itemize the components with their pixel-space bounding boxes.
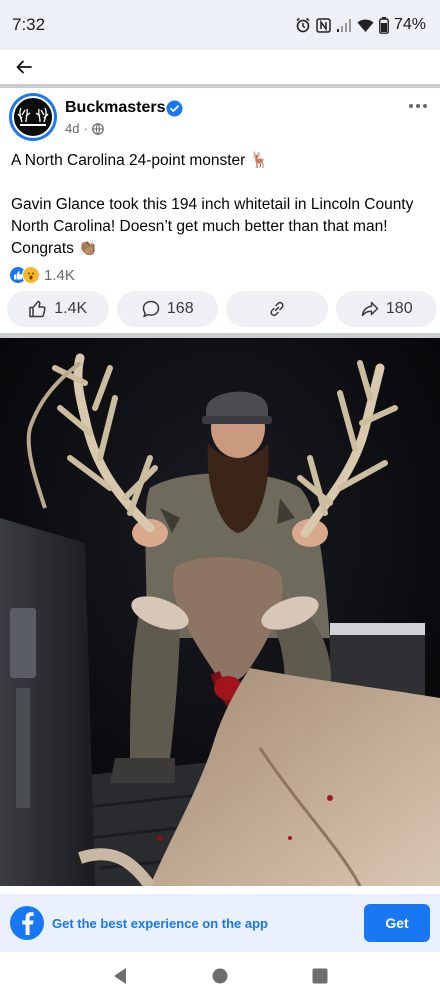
like-count: 1.4K (54, 300, 88, 317)
back-arrow-icon[interactable] (14, 57, 34, 77)
battery-icon (379, 16, 389, 34)
comment-count: 168 (166, 300, 194, 317)
under-strip (0, 886, 440, 894)
post-headline: A North Carolina 24-point monster 🦌 (11, 152, 269, 169)
facebook-logo-icon (10, 906, 44, 940)
post-body: Gavin Glance took this 194 inch whitetai… (11, 196, 414, 257)
status-icons: 74% (295, 16, 426, 34)
comment-button[interactable]: 168 (116, 291, 218, 327)
nfc-icon (316, 17, 331, 33)
top-nav (0, 50, 440, 84)
recents-nav-icon[interactable] (312, 968, 328, 984)
like-button[interactable]: 1.4K (7, 291, 109, 327)
status-time: 7:32 (12, 15, 46, 34)
avatar[interactable] (9, 93, 57, 141)
battery-percent: 74% (393, 16, 426, 33)
alarm-icon (295, 17, 311, 33)
wifi-icon (357, 18, 374, 33)
reaction-count: 1.4K (44, 266, 75, 284)
status-bar: 7:32 74% (0, 0, 440, 50)
action-row: 1.4K 168 180 (7, 291, 437, 327)
reaction-summary[interactable]: 1.4K (9, 265, 75, 285)
post-meta: 4d · (65, 121, 104, 136)
verified-badge-icon (166, 100, 183, 122)
app-banner-text: Get the best experience on the app (52, 915, 268, 931)
post-age[interactable]: 4d (65, 121, 79, 136)
globe-icon (92, 122, 104, 135)
thumbs-up-icon (28, 299, 48, 319)
post-header: Buckmasters 4d · (0, 88, 440, 148)
copy-link-button[interactable] (226, 291, 328, 327)
page-name[interactable]: Buckmasters (65, 99, 166, 117)
get-app-button[interactable]: Get (364, 904, 430, 942)
share-count: 180 (385, 300, 413, 317)
signal-icon (336, 18, 352, 33)
system-nav-bar (0, 952, 440, 1000)
post-photo[interactable] (0, 338, 440, 886)
link-icon (267, 299, 287, 319)
meta-separator: · (83, 121, 88, 136)
comment-icon (141, 299, 161, 319)
share-button[interactable]: 180 (335, 291, 437, 327)
buckmasters-logo-icon (12, 96, 54, 138)
more-options-button[interactable] (406, 96, 430, 116)
wow-reaction-icon (22, 266, 40, 284)
share-icon (360, 299, 380, 319)
back-nav-icon[interactable] (112, 967, 128, 985)
app-banner: Get the best experience on the app Get (0, 894, 440, 952)
post-text: A North Carolina 24-point monster 🦌 Gavi… (11, 150, 431, 260)
home-nav-icon[interactable] (212, 968, 228, 984)
